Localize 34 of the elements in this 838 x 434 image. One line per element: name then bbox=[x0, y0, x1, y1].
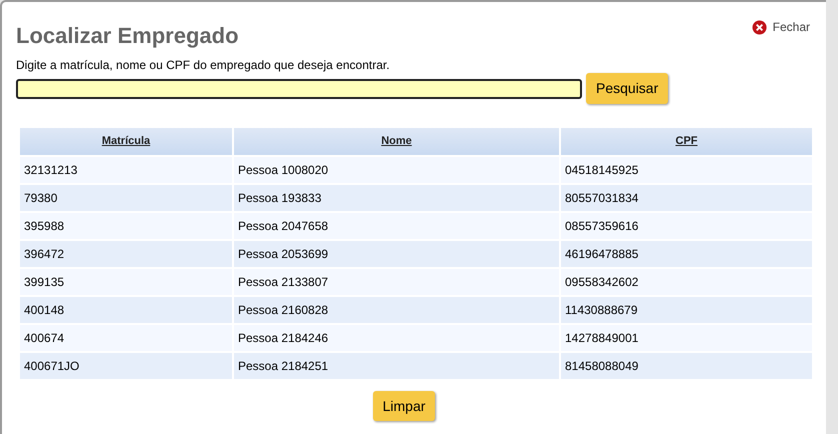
table-cell: Pessoa 2133807 bbox=[234, 269, 559, 295]
table-cell: Pessoa 1008020 bbox=[234, 157, 559, 183]
instructions-text: Digite a matrícula, nome ou CPF do empregado que deseja encontrar. bbox=[16, 58, 391, 72]
table-cell: 04518145925 bbox=[561, 157, 812, 183]
table-cell: Pessoa 2184246 bbox=[234, 325, 559, 351]
table-cell: 80557031834 bbox=[561, 185, 812, 211]
table-cell: 396472 bbox=[20, 241, 232, 267]
table-cell: Pessoa 2047658 bbox=[234, 213, 559, 239]
table-cell: 08557359616 bbox=[561, 213, 812, 239]
table-cell: 399135 bbox=[20, 269, 232, 295]
column-header[interactable]: Matrícula bbox=[20, 128, 232, 155]
column-header[interactable]: CPF bbox=[561, 128, 812, 155]
table-cell: 46196478885 bbox=[561, 241, 812, 267]
table-cell: Pessoa 2053699 bbox=[234, 241, 559, 267]
table-cell: 400674 bbox=[20, 325, 232, 351]
table-cell: 79380 bbox=[20, 185, 232, 211]
clear-button[interactable]: Limpar bbox=[372, 391, 436, 421]
table-cell: 400671JO bbox=[20, 353, 232, 379]
column-header[interactable]: Nome bbox=[234, 128, 559, 155]
table-cell: 395988 bbox=[20, 213, 232, 239]
table-cell: Pessoa 2184251 bbox=[234, 353, 559, 379]
search-field[interactable] bbox=[16, 78, 582, 98]
close-icon bbox=[752, 20, 767, 34]
table-cell: Pessoa 2160828 bbox=[234, 297, 559, 323]
search-button[interactable]: Pesquisar bbox=[586, 73, 668, 104]
table-cell: 32131213 bbox=[20, 157, 232, 183]
close-button[interactable]: Fechar bbox=[752, 18, 810, 36]
table-cell: 11430888679 bbox=[561, 297, 812, 323]
table-cell: Pessoa 193833 bbox=[234, 185, 559, 211]
table-cell: 09558342602 bbox=[561, 269, 812, 295]
table-cell: 14278849001 bbox=[561, 325, 812, 351]
table-cell: 81458088049 bbox=[561, 353, 812, 379]
table-cell: 400148 bbox=[20, 297, 232, 323]
dialog-title: Localizar Empregado bbox=[16, 22, 239, 50]
